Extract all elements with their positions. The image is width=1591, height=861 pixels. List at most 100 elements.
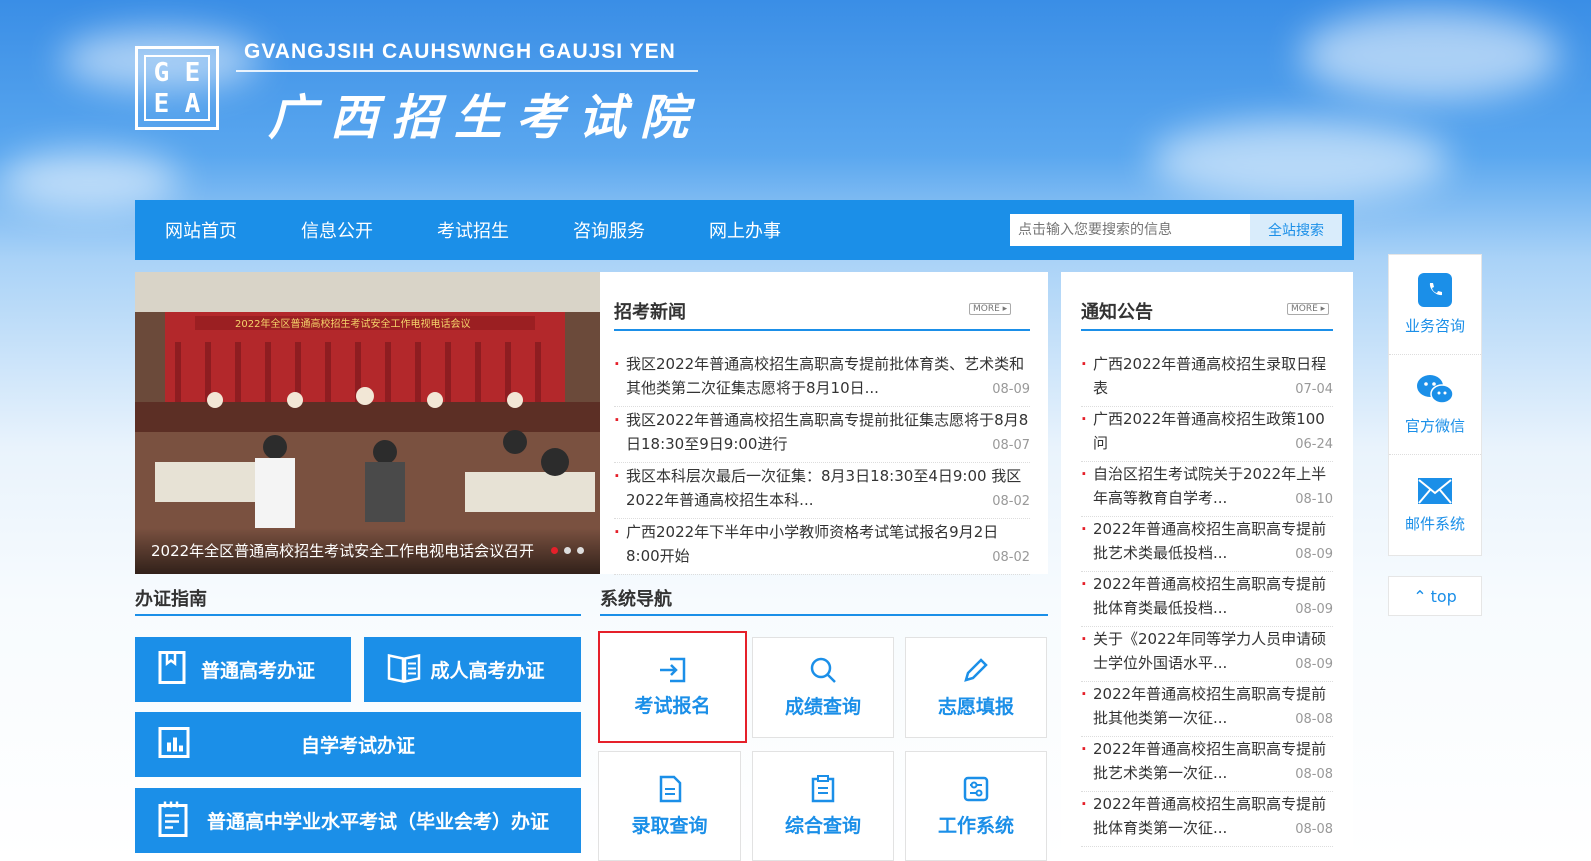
nav-item-info[interactable]: 信息公开 — [301, 217, 373, 243]
score-query-tile[interactable]: 成绩查询 — [752, 637, 894, 738]
highschool-cert-button[interactable]: 普通高中学业水平考试（毕业会考）办证 — [135, 788, 581, 853]
open-book-icon — [386, 649, 422, 690]
notice-item-title[interactable]: 关于《2022年同等学力人员申请硕士学位外国语水平... — [1093, 630, 1326, 672]
notice-list: 广西2022年普通高校招生录取日程表07-04 广西2022年普通高校招生政策1… — [1081, 352, 1333, 847]
checklist-icon — [157, 799, 191, 842]
logo-letter: G — [153, 57, 170, 88]
exam-register-label: 考试报名 — [634, 694, 711, 717]
wechat-icon — [1417, 375, 1454, 404]
site-title-en: GVANGJSIH CAUHSWNGH GAUJSI YEN — [244, 40, 676, 63]
notice-item-title[interactable]: 2022年普通高校招生高职高专提前批艺术类第一次征... — [1093, 740, 1326, 782]
news-item-title[interactable]: 我区2022年普通高校招生高职高专提前批征集志愿将于8月8日18:30至9日9:… — [626, 411, 1028, 453]
bar-chart-icon — [157, 725, 191, 764]
notice-item[interactable]: 2022年普通高校招生高职高专提前批其他类第一次征...08-08 — [1081, 682, 1333, 737]
phone-chat-icon — [1418, 273, 1452, 307]
notice-item-title[interactable]: 2022年普通高校招生高职高专提前批体育类最低投档... — [1093, 575, 1326, 617]
search-input[interactable] — [1010, 214, 1250, 246]
site-title-cn: 广西招生考试院 — [268, 90, 703, 146]
clipboard-icon — [811, 774, 835, 802]
news-item[interactable]: 我区本科层次最后一次征集：8月3日18:30至4日9:00 我区2022年普通高… — [614, 464, 1030, 519]
document-icon — [659, 775, 681, 802]
carousel-dots — [551, 547, 584, 554]
notice-item[interactable]: 自治区招生考试院关于2022年上半年高等教育自学考...08-10 — [1081, 462, 1333, 517]
notice-item-title[interactable]: 广西2022年普通高校招生录取日程表 — [1093, 355, 1326, 397]
score-query-label: 成绩查询 — [784, 696, 861, 718]
carousel-caption[interactable]: 2022年全区普通高校招生考试安全工作电视电话会议召开 — [135, 528, 600, 574]
notice-date: 08-08 — [1295, 767, 1333, 782]
notice-item-title[interactable]: 广西2022年普通高校招生政策100问 — [1093, 410, 1325, 452]
exam-register-tile[interactable]: 考试报名 — [598, 631, 747, 743]
news-item[interactable]: 广西2022年下半年中小学教师资格考试笔试报名9月2日8:00开始08-02 — [614, 520, 1030, 575]
notice-item[interactable]: 广西2022年普通高校招生录取日程表07-04 — [1081, 352, 1333, 407]
notice-item-title[interactable]: 2022年普通高校招生高职高专提前批体育类第一次征... — [1093, 795, 1326, 837]
news-item[interactable]: 我区2022年普通高校招生高职高专提前批体育类、艺术类和其他类第二次征集志愿将于… — [614, 352, 1030, 407]
cloud-decoration — [1300, 10, 1560, 100]
notice-item[interactable]: 广西2022年普通高校招生政策100问06-24 — [1081, 407, 1333, 462]
floating-sidebar: 业务咨询 官方微信 邮件系统 — [1388, 254, 1482, 556]
business-consult-link[interactable]: 业务咨询 — [1389, 255, 1481, 355]
news-date: 08-09 — [992, 382, 1030, 397]
more-label: MORE — [1291, 304, 1318, 314]
admission-query-tile[interactable]: 录取查询 — [598, 751, 741, 861]
business-consult-label: 业务咨询 — [1404, 317, 1465, 335]
notice-date: 08-09 — [1295, 657, 1333, 672]
news-item-title[interactable]: 我区2022年普通高校招生高职高专提前批体育类、艺术类和其他类第二次征集志愿将于… — [626, 355, 1024, 397]
notice-item[interactable]: 2022年普通高校招生高职高专提前批体育类第一次征...08-08 — [1081, 792, 1333, 847]
notice-item[interactable]: 2022年普通高校招生高职高专提前批体育类最低投档...08-09 — [1081, 572, 1333, 627]
self-study-cert-label: 自学考试办证 — [300, 735, 415, 757]
news-date: 08-02 — [992, 494, 1030, 509]
notice-item[interactable]: 2022年普通高校招生高职高专提前批艺术类最低投档...08-09 — [1081, 517, 1333, 572]
notice-item-title[interactable]: 2022年普通高校招生高职高专提前批艺术类最低投档... — [1093, 520, 1326, 562]
nav-item-home[interactable]: 网站首页 — [165, 217, 237, 243]
notice-item[interactable]: 关于《2022年同等学力人员申请硕士学位外国语水平...08-09 — [1081, 627, 1333, 682]
notice-item-title[interactable]: 2022年普通高校招生高职高专提前批其他类第一次征... — [1093, 685, 1326, 727]
main-nav: 网站首页 信息公开 考试招生 咨询服务 网上办事 全站搜索 — [135, 200, 1354, 260]
mail-system-link[interactable]: 邮件系统 — [1389, 455, 1481, 555]
news-date: 08-02 — [992, 550, 1030, 565]
notice-date: 08-09 — [1295, 602, 1333, 617]
nav-item-exam[interactable]: 考试招生 — [437, 217, 509, 243]
search-button[interactable]: 全站搜索 — [1250, 214, 1342, 246]
news-list: 我区2022年普通高校招生高职高专提前批体育类、艺术类和其他类第二次征集志愿将于… — [614, 352, 1030, 575]
highschool-cert-label: 普通高中学业水平考试（毕业会考）办证 — [206, 811, 549, 833]
carousel-dot[interactable] — [564, 547, 571, 554]
book-icon — [157, 649, 187, 690]
work-system-tile[interactable]: 工作系统 — [905, 751, 1047, 861]
news-item-title[interactable]: 广西2022年下半年中小学教师资格考试笔试报名9月2日8:00开始 — [626, 523, 998, 565]
notice-item-title[interactable]: 自治区招生考试院关于2022年上半年高等教育自学考... — [1093, 465, 1326, 507]
notice-date: 06-24 — [1295, 437, 1333, 452]
news-more-button[interactable]: MORE ▸ — [969, 303, 1012, 315]
adult-cert-button[interactable]: 成人高考办证 — [364, 637, 581, 702]
nav-item-consult[interactable]: 咨询服务 — [573, 217, 645, 243]
self-study-cert-button[interactable]: 自学考试办证 — [135, 712, 581, 777]
more-label: MORE — [973, 304, 1000, 314]
volunteer-fill-tile[interactable]: 志愿填报 — [905, 637, 1047, 738]
adult-cert-label: 成人高考办证 — [430, 660, 545, 682]
notice-panel: 通知公告 MORE ▸ 广西2022年普通高校招生录取日程表07-04 广西20… — [1061, 272, 1353, 861]
logo-letter: E — [153, 88, 170, 119]
general-query-tile[interactable]: 综合查询 — [752, 751, 894, 861]
wechat-label: 官方微信 — [1404, 417, 1465, 435]
search-bar: 全站搜索 — [1010, 214, 1342, 246]
notice-more-button[interactable]: MORE ▸ — [1287, 303, 1330, 315]
gaokao-cert-button[interactable]: 普通高考办证 — [135, 637, 351, 702]
notice-title: 通知公告 — [1081, 302, 1153, 323]
notice-item[interactable]: 2022年普通高校招生高职高专提前批艺术类第一次征...08-08 — [1081, 737, 1333, 792]
news-item-title[interactable]: 我区本科层次最后一次征集：8月3日18:30至4日9:00 我区2022年普通高… — [626, 467, 1021, 509]
mail-icon — [1418, 477, 1452, 504]
news-item[interactable]: 我区2022年普通高校招生高职高专提前批征集志愿将于8月8日18:30至9日9:… — [614, 408, 1030, 463]
wechat-link[interactable]: 官方微信 — [1389, 355, 1481, 455]
logo-mark: G E E A — [144, 55, 210, 121]
system-title: 系统导航 — [600, 589, 672, 610]
back-to-top-label: top — [1430, 586, 1457, 606]
site-logo[interactable]: G E E A — [135, 46, 219, 130]
guide-title: 办证指南 — [135, 589, 207, 610]
back-to-top-button[interactable]: ⌃ top — [1388, 576, 1482, 616]
news-carousel[interactable]: 2022年全区普通高校招生考试安全工作电视电话会议 2022年全区普通高校招生考… — [135, 272, 600, 574]
mail-system-label: 邮件系统 — [1404, 514, 1465, 533]
cloud-decoration — [1150, 120, 1450, 200]
news-panel: 招考新闻 MORE ▸ 我区2022年普通高校招生高职高专提前批体育类、艺术类和… — [600, 272, 1048, 575]
carousel-dot[interactable] — [577, 547, 584, 554]
carousel-dot[interactable] — [551, 547, 558, 554]
nav-item-online[interactable]: 网上办事 — [709, 217, 781, 243]
